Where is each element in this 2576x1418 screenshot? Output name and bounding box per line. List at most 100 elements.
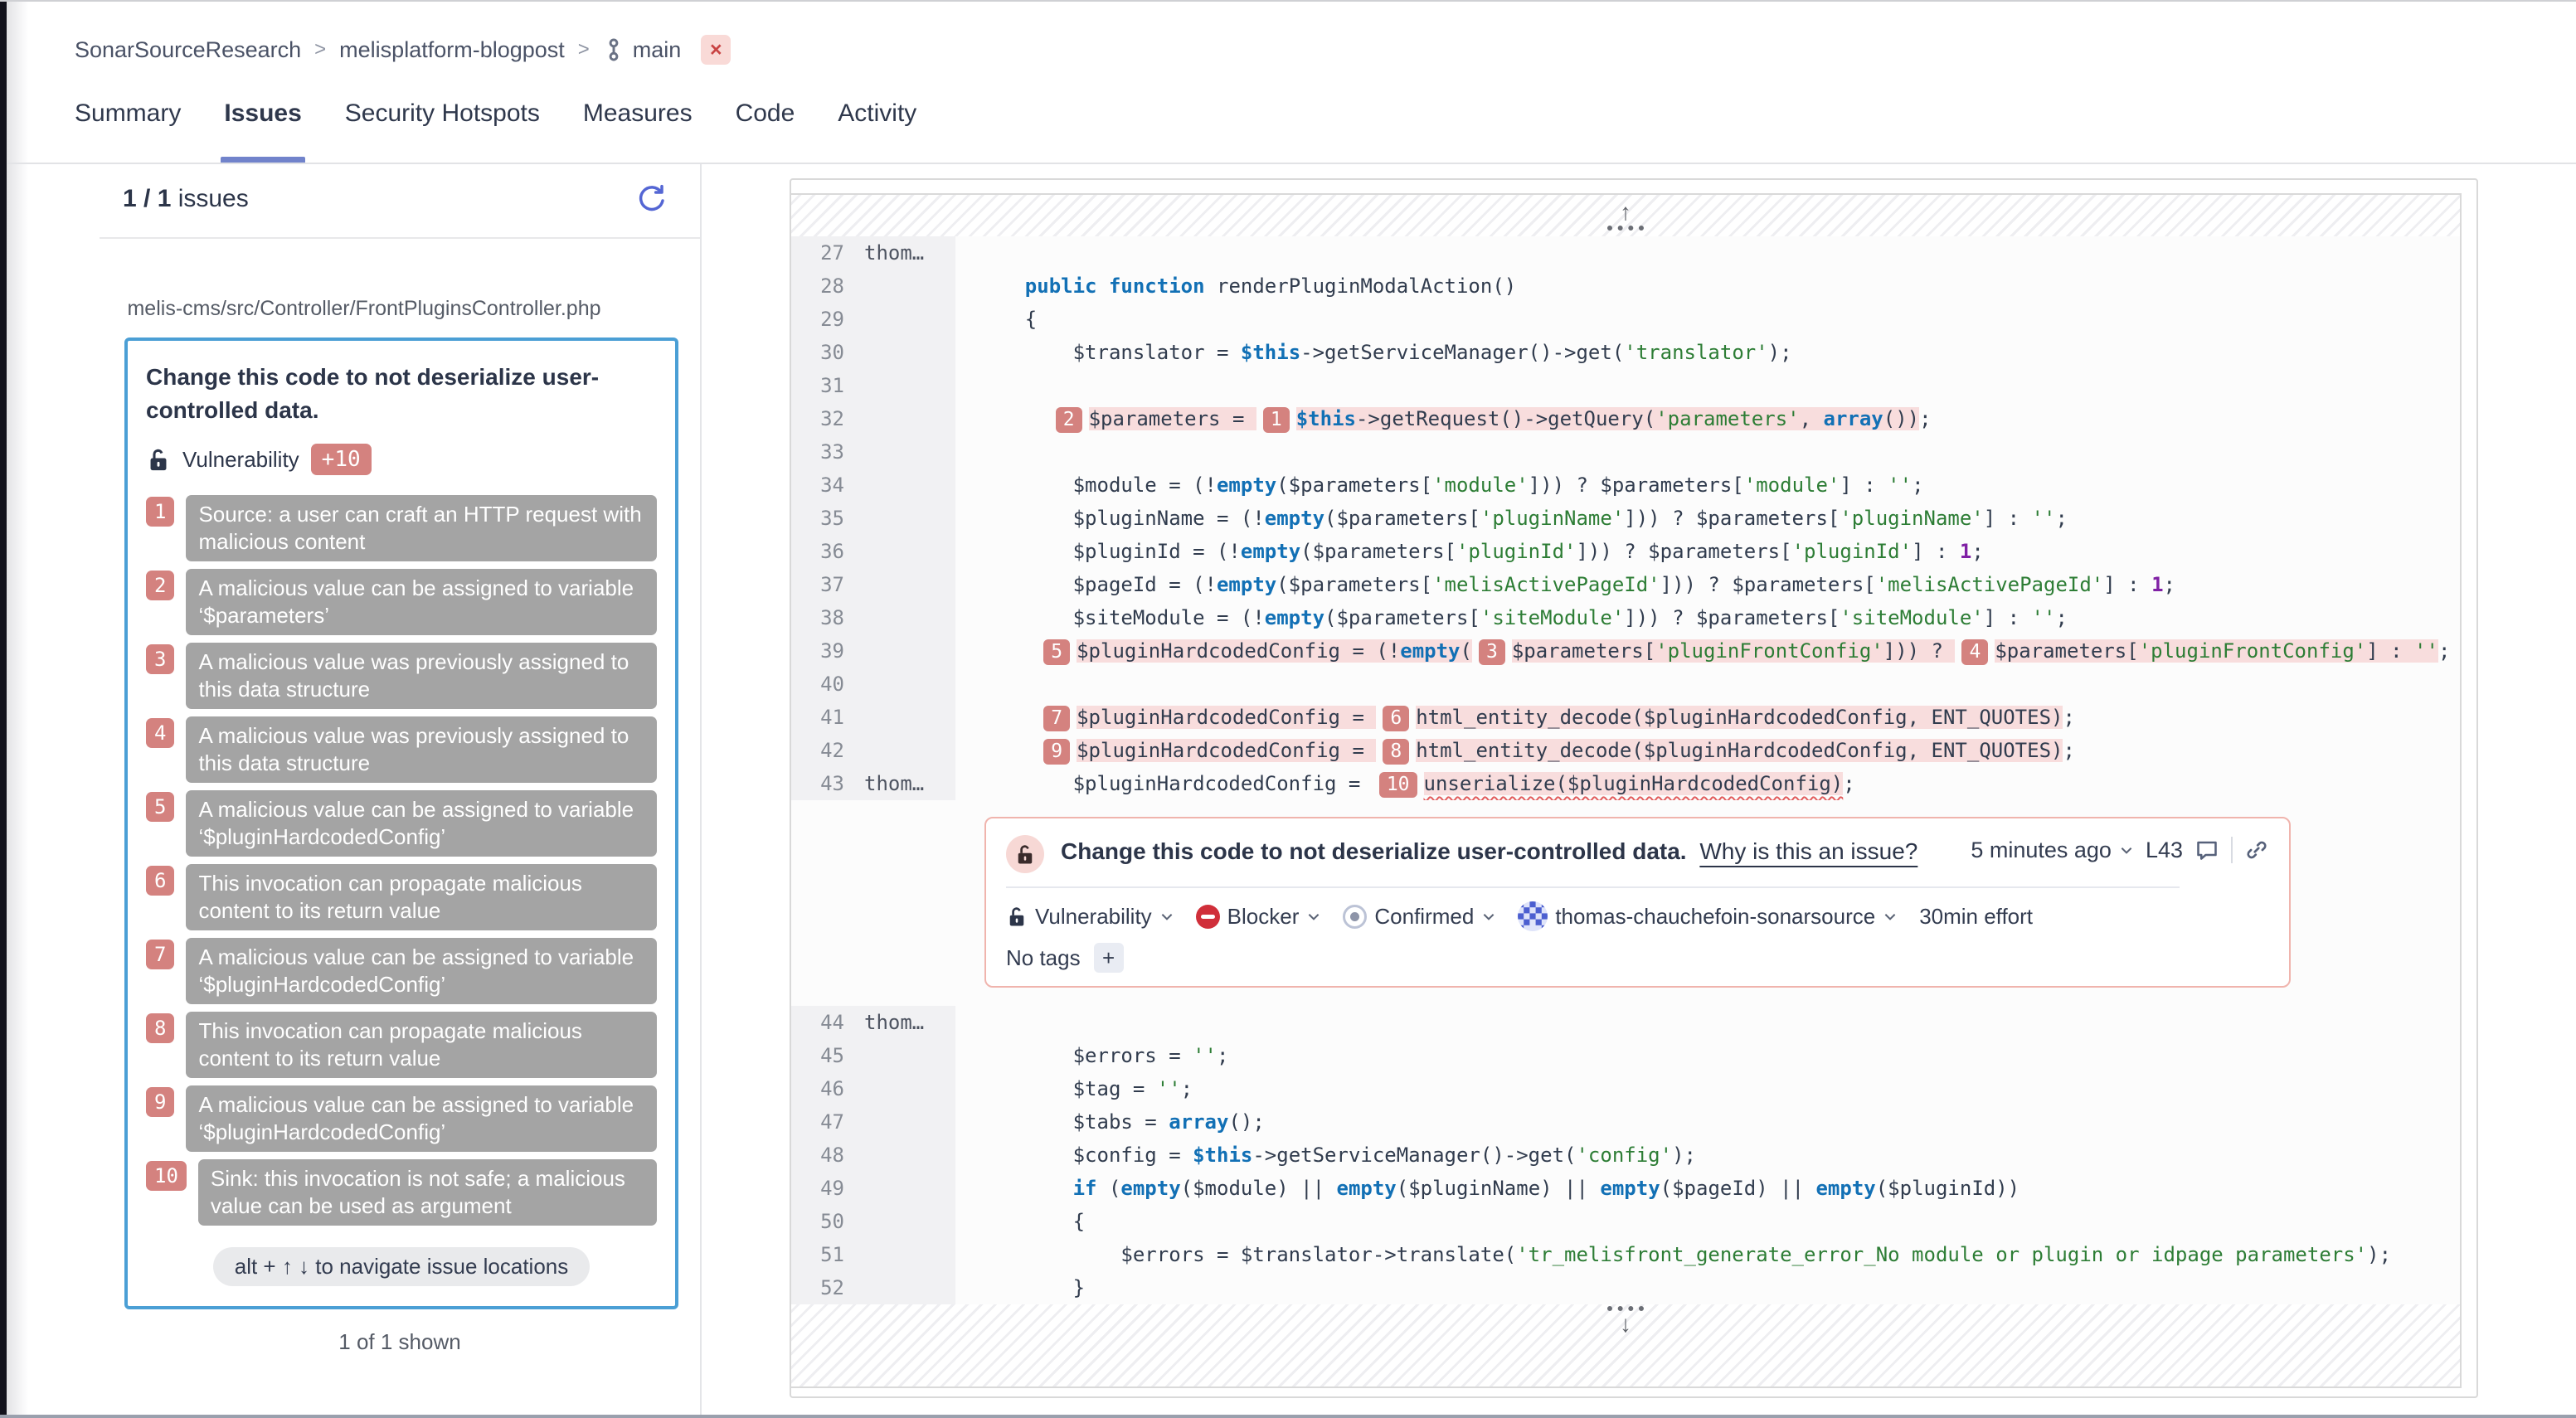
line-number[interactable]: 41 [791,701,844,734]
breadcrumb-project[interactable]: melisplatform-blogpost [339,37,565,63]
line-number[interactable]: 44 [791,1006,844,1039]
code-line[interactable]: 52 } [791,1271,2460,1304]
tab-security-hotspots[interactable]: Security Hotspots [345,100,540,164]
line-number[interactable]: 27 [791,236,844,270]
location-marker-badge[interactable]: 7 [1043,706,1071,731]
code-line[interactable]: 31 [791,369,2460,402]
flow-step[interactable]: 10 Sink: this invocation is not safe; a m… [146,1159,657,1226]
flow-step[interactable]: 7 A malicious value can be assigned to va… [146,938,657,1004]
line-number[interactable]: 45 [791,1039,844,1072]
location-marker-badge[interactable]: 9 [1043,739,1071,765]
flow-step[interactable]: 6 This invocation can propagate malicious… [146,864,657,930]
line-number[interactable]: 43 [791,767,844,800]
code-line[interactable]: 43 thom… $pluginHardcodedConfig = 10 unser… [791,767,2460,800]
flow-step[interactable]: 2 A malicious value can be assigned to va… [146,569,657,635]
code-line[interactable]: 50 { [791,1205,2460,1238]
line-number[interactable]: 29 [791,303,844,336]
code-line[interactable]: 42 9 $pluginHardcodedConfig = 8 html_entit… [791,734,2460,767]
expand-lines-above-button[interactable]: ↑ [1607,201,1644,231]
flow-step[interactable]: 1 Source: a user can craft an HTTP reques… [146,495,657,561]
location-marker-badge[interactable]: 8 [1383,739,1410,765]
expand-lines-below-button[interactable]: ↓ [1607,1306,1644,1336]
code-line[interactable]: 37 $pageId = (!empty($parameters['melisA… [791,568,2460,601]
code-line[interactable]: 48 $config = $this->getServiceManager()-… [791,1139,2460,1172]
reload-icon[interactable] [635,182,668,216]
tab-measures[interactable]: Measures [583,100,693,164]
line-number[interactable]: 50 [791,1205,844,1238]
code-line[interactable]: 45 $errors = ''; [791,1039,2460,1072]
line-number[interactable]: 37 [791,568,844,601]
issue-age-dropdown[interactable]: 5 minutes ago [1971,838,2134,863]
issue-line-ref[interactable]: L43 [2146,838,2183,863]
line-number[interactable]: 35 [791,502,844,535]
line-number[interactable]: 46 [791,1072,844,1105]
line-number[interactable]: 51 [791,1238,844,1271]
issue-assignee-dropdown[interactable]: thomas-chauchefoin-sonarsource [1518,901,1898,931]
location-marker-badge[interactable]: 6 [1383,706,1410,731]
permalink-icon[interactable] [2244,838,2269,862]
tab-issues[interactable]: Issues [221,100,306,164]
flow-step[interactable]: 4 A malicious value was previously assign… [146,716,657,783]
tab-code[interactable]: Code [736,100,795,164]
close-icon[interactable]: × [701,35,731,65]
line-number[interactable]: 38 [791,601,844,634]
flow-step[interactable]: 5 A malicious value can be assigned to va… [146,790,657,857]
comment-icon[interactable] [2194,838,2219,862]
branch-selector[interactable]: main [603,37,681,63]
code-line[interactable]: 44 thom… [791,1006,2460,1039]
line-number[interactable]: 31 [791,369,844,402]
tab-summary[interactable]: Summary [75,100,181,164]
selected-issue-card[interactable]: Change this code to not deserialize user… [124,338,678,1309]
code-line[interactable]: 46 $tag = ''; [791,1072,2460,1105]
flow-step[interactable]: 8 This invocation can propagate malicious… [146,1012,657,1078]
code-line[interactable]: 49 if (empty($module) || empty($pluginNa… [791,1172,2460,1205]
tab-activity[interactable]: Activity [838,100,916,164]
line-number[interactable]: 52 [791,1271,844,1304]
window-top-border [0,0,2576,2]
code-line[interactable]: 30 $translator = $this->getServiceManage… [791,336,2460,369]
code-line[interactable]: 32 2 $parameters = 1 $this->getRequest()->… [791,402,2460,435]
why-is-this-an-issue-link[interactable]: Why is this an issue? [1699,838,1917,864]
line-number[interactable]: 33 [791,435,844,469]
code-line[interactable]: 34 $module = (!empty($parameters['module… [791,469,2460,502]
add-tag-button[interactable]: + [1093,943,1124,973]
line-number[interactable]: 36 [791,535,844,568]
line-number[interactable]: 49 [791,1172,844,1205]
line-number[interactable]: 34 [791,469,844,502]
code-line[interactable]: 39 5 $pluginHardcodedConfig = (!empty(3 $p… [791,634,2460,668]
line-number[interactable]: 40 [791,668,844,701]
code-line[interactable]: 47 $tabs = array(); [791,1105,2460,1139]
line-number[interactable]: 39 [791,634,844,668]
flow-step[interactable]: 3 A malicious value was previously assign… [146,643,657,709]
line-number[interactable]: 48 [791,1139,844,1172]
code-line[interactable]: 35 $pluginName = (!empty($parameters['pl… [791,502,2460,535]
line-number[interactable]: 42 [791,734,844,767]
code-line[interactable]: 38 $siteModule = (!empty($parameters['si… [791,601,2460,634]
line-number[interactable]: 47 [791,1105,844,1139]
location-marker-badge[interactable]: 2 [1055,407,1082,433]
issue-severity-dropdown[interactable]: Blocker [1195,904,1322,930]
flow-step[interactable]: 9 A malicious value can be assigned to va… [146,1085,657,1152]
code-line[interactable]: 41 7 $pluginHardcodedConfig = 6 html_entit… [791,701,2460,734]
locations-count-badge[interactable]: +10 [310,444,372,475]
code-text: $pluginId = (!empty($parameters['pluginI… [977,540,1984,563]
code-line[interactable]: 51 $errors = $translator->translate('tr_… [791,1238,2460,1271]
code-text: 7 $pluginHardcodedConfig = 6 html_entity_d… [955,701,2460,734]
location-marker-badge[interactable]: 3 [1478,639,1505,665]
issue-type-dropdown[interactable]: Vulnerability [1006,904,1174,930]
line-number[interactable]: 30 [791,336,844,369]
code-line[interactable]: 36 $pluginId = (!empty($parameters['plug… [791,535,2460,568]
code-line[interactable]: 33 [791,435,2460,469]
code-line[interactable]: 40 [791,668,2460,701]
location-marker-badge[interactable]: 10 [1378,772,1417,798]
line-number[interactable]: 28 [791,270,844,303]
issue-status-dropdown[interactable]: Confirmed [1343,904,1496,930]
breadcrumb-org[interactable]: SonarSourceResearch [75,37,301,63]
location-marker-badge[interactable]: 4 [1961,639,1989,665]
code-line[interactable]: 28 public function renderPluginModalActi… [791,270,2460,303]
line-number[interactable]: 32 [791,402,844,435]
code-line[interactable]: 27 thom… [791,236,2460,270]
code-line[interactable]: 29 { [791,303,2460,336]
location-marker-badge[interactable]: 1 [1262,407,1290,433]
location-marker-badge[interactable]: 5 [1043,639,1071,665]
